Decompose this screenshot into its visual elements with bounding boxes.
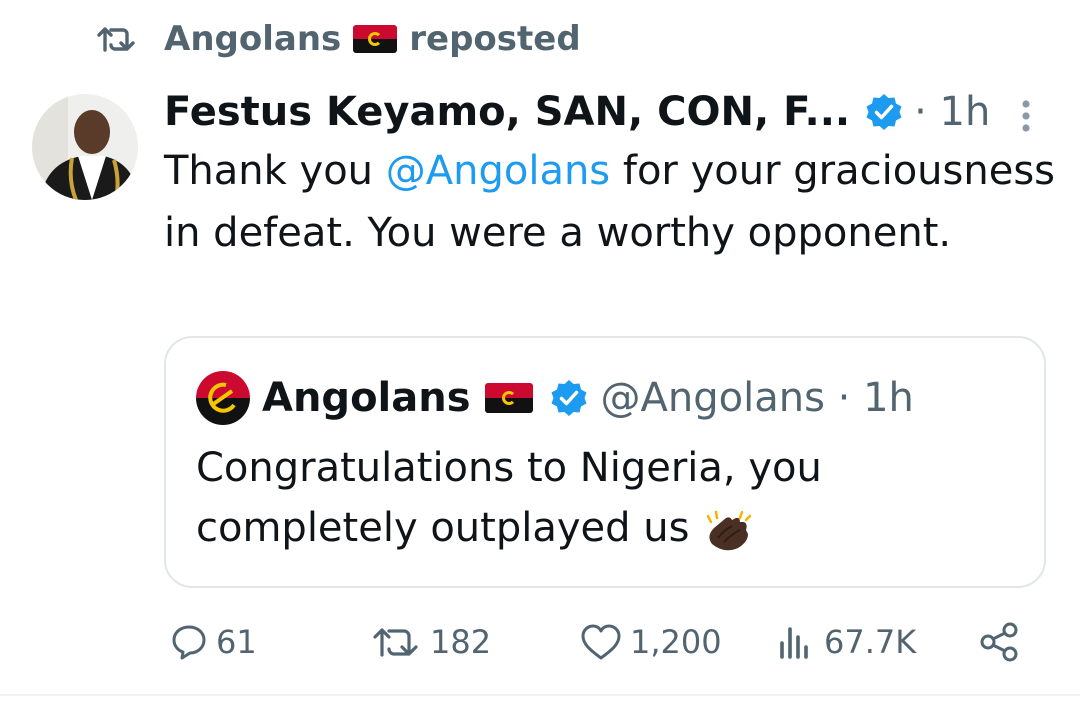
tweet-header: Festus Keyamo, SAN, CON, F... · 1h — [164, 84, 990, 140]
views-chart-icon — [780, 627, 808, 659]
quote-handle-time[interactable]: @Angolans · 1h — [601, 375, 914, 421]
author-avatar[interactable] — [32, 94, 138, 200]
reply-icon — [172, 625, 206, 660]
verified-badge-icon — [551, 380, 587, 416]
clapping-hands-icon — [706, 510, 752, 551]
repost-icon — [373, 628, 418, 657]
repost-label: reposted — [409, 19, 581, 59]
reply-button[interactable]: 61 — [170, 612, 257, 672]
angola-flag-icon — [353, 25, 398, 53]
share-button[interactable] — [978, 612, 1030, 672]
quote-tweet-card[interactable]: Angolans @Angolans · 1h Congratulations … — [164, 336, 1046, 588]
repost-button[interactable]: 182 — [370, 612, 491, 672]
repost-count: 182 — [430, 623, 492, 661]
repost-context: Angolans reposted — [96, 14, 581, 64]
repost-user[interactable]: Angolans — [164, 19, 341, 59]
angola-flag-icon — [484, 383, 533, 413]
verified-badge-icon — [866, 94, 902, 130]
tweet-time[interactable]: · 1h — [914, 89, 990, 135]
share-icon — [980, 622, 1018, 662]
quote-header: Angolans @Angolans · 1h — [196, 368, 914, 428]
like-count: 1,200 — [630, 623, 722, 661]
quote-author-name[interactable]: Angolans — [262, 375, 471, 421]
heart-icon — [581, 624, 621, 660]
views-button[interactable]: 67.7K — [776, 612, 916, 672]
tweet-text-start: Thank you — [164, 148, 386, 194]
more-options-icon[interactable] — [1012, 96, 1040, 136]
repost-icon — [97, 27, 135, 52]
reply-count: 61 — [216, 623, 257, 661]
tweet-text: Thank you @Angolans for your graciousnes… — [164, 140, 1064, 264]
tweet-actions: 61 182 1,200 67.7K — [0, 612, 1080, 672]
like-button[interactable]: 1,200 — [580, 612, 722, 672]
quote-text: Congratulations to Nigeria, you complete… — [196, 438, 1016, 558]
author-name[interactable]: Festus Keyamo, SAN, CON, F... — [164, 89, 850, 135]
tweet-divider — [0, 694, 1080, 696]
views-count: 67.7K — [824, 623, 917, 661]
mention-link[interactable]: @Angolans — [386, 148, 610, 194]
quote-avatar[interactable] — [196, 371, 250, 425]
